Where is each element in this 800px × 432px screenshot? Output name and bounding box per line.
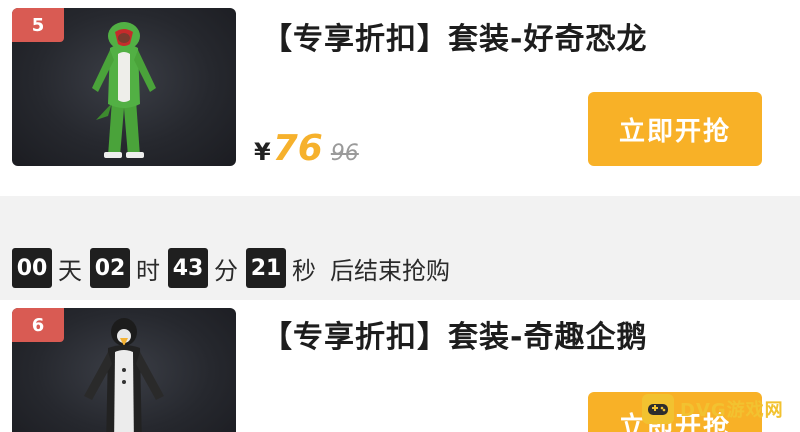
countdown-seconds-unit: 秒 — [292, 256, 316, 285]
rank-badge: 6 — [12, 308, 64, 342]
product-title[interactable]: 【专享折扣】套装-好奇恐龙 — [262, 14, 647, 58]
countdown-hours-unit: 时 — [136, 256, 160, 285]
rank-badge: 5 — [12, 8, 64, 42]
original-price: 96 — [330, 141, 359, 166]
product-thumbnail[interactable]: 5 — [12, 8, 236, 166]
countdown-days-unit: 天 — [58, 256, 82, 285]
site-watermark: DVG游戏网 — [642, 392, 792, 426]
gamepad-icon — [642, 394, 674, 424]
sale-price: 76 — [272, 128, 323, 169]
product-title[interactable]: 【专享折扣】套装-奇趣企鹅 — [262, 312, 647, 356]
currency-symbol: ¥ — [254, 138, 271, 166]
watermark-text: DVG游戏网 — [680, 400, 784, 421]
flash-sale-page: 5 【专享折扣】套装-好奇恐龙 ¥ 76 96 立即开抢 00 天 02 时 4… — [0, 0, 800, 432]
countdown-days: 00 — [12, 248, 52, 288]
product-card[interactable]: 5 【专享折扣】套装-好奇恐龙 ¥ 76 96 立即开抢 — [0, 0, 800, 196]
countdown-minutes: 43 — [168, 248, 208, 288]
product-thumbnail[interactable]: 6 — [12, 308, 236, 432]
countdown-suffix: 后结束抢购 — [330, 256, 450, 285]
countdown-seconds: 21 — [246, 248, 286, 288]
countdown-minutes-unit: 分 — [214, 256, 238, 285]
countdown-hours: 02 — [90, 248, 130, 288]
price-block: ¥ 76 96 — [254, 128, 359, 169]
buy-now-button[interactable]: 立即开抢 — [588, 92, 762, 166]
countdown-timer: 00 天 02 时 43 分 21 秒 后结束抢购 — [12, 248, 450, 288]
